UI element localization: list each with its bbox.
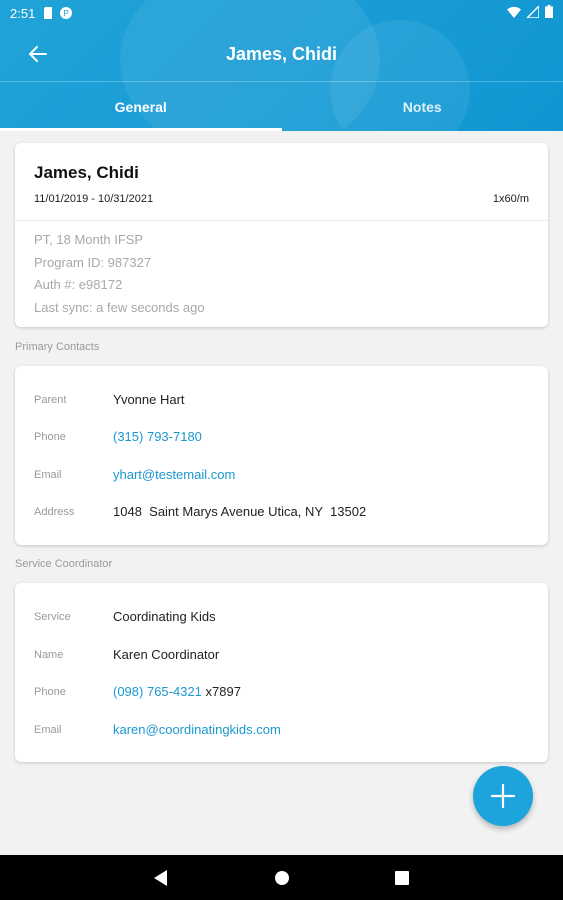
status-bar: 2:51 P	[0, 0, 563, 26]
tab-active-indicator	[0, 128, 282, 131]
coordinator-name: Karen Coordinator	[113, 647, 220, 662]
header: 2:51 P James, Chidi General Notes	[0, 0, 563, 131]
tab-general[interactable]: General	[0, 82, 282, 131]
primary-contacts-heading: Primary Contacts	[15, 341, 100, 353]
battery-icon	[545, 5, 553, 21]
signal-icon	[525, 3, 540, 21]
coordinator-phone-ext: x7897	[201, 684, 241, 699]
parent-address: 1048 Saint Marys Avenue Utica, NY 13502	[113, 504, 367, 519]
status-time: 2:51	[10, 5, 36, 21]
status-right	[507, 3, 553, 21]
wifi-icon	[507, 6, 521, 21]
parent-label: Parent	[34, 394, 67, 406]
coordinator-phone-link[interactable]: (098) 765-4321	[113, 684, 202, 699]
primary-contacts-card: Parent Yvonne Hart Phone (315) 793-7180 …	[15, 366, 548, 545]
last-sync: Last sync: a few seconds ago	[34, 300, 205, 315]
tab-general-label: General	[114, 98, 167, 115]
tab-notes-label: Notes	[402, 98, 442, 115]
service-agency: Coordinating Kids	[113, 609, 216, 624]
auth-number: Auth #: e98172	[34, 277, 123, 292]
coordinator-email-label: Email	[34, 724, 62, 736]
program-id: Program ID: 987327	[34, 255, 152, 270]
coordinator-phone: (098) 765-4321 x7897	[113, 684, 241, 699]
square-recents-icon	[394, 870, 409, 885]
coordinator-email-link[interactable]: karen@coordinatingkids.com	[113, 722, 281, 737]
triangle-back-icon	[153, 869, 167, 886]
address-label: Address	[34, 506, 75, 518]
tab-notes[interactable]: Notes	[282, 82, 563, 131]
service-label: Service	[34, 611, 71, 623]
service-type: PT, 18 Month IFSP	[34, 232, 144, 247]
parent-phone-link[interactable]: (315) 793-7180	[113, 429, 202, 444]
nav-back-button[interactable]	[138, 855, 183, 900]
parent-name: Yvonne Hart	[113, 392, 185, 407]
name-label: Name	[34, 649, 64, 661]
coordinator-phone-label: Phone	[34, 686, 66, 698]
nav-home-button[interactable]	[259, 855, 304, 900]
tab-bar: General Notes	[0, 82, 563, 131]
system-nav-bar	[0, 855, 563, 900]
authorization-dates: 11/01/2019 - 10/31/2021	[34, 193, 154, 205]
service-coordinator-heading: Service Coordinator	[15, 558, 113, 570]
service-coordinator-card: Service Coordinating Kids Name Karen Coo…	[15, 583, 548, 762]
page-title: James, Chidi	[225, 43, 338, 64]
back-button[interactable]	[22, 38, 54, 70]
app-notification-icon: P	[60, 7, 73, 19]
svg-text:P: P	[64, 9, 69, 18]
parent-email-link[interactable]: yhart@testemail.com	[113, 467, 235, 482]
email-label: Email	[34, 469, 62, 481]
service-frequency: 1x60/m	[492, 193, 529, 205]
app-bar: James, Chidi	[0, 26, 563, 82]
client-name: James, Chidi	[34, 163, 139, 182]
sd-card-icon	[43, 7, 54, 19]
client-summary-card[interactable]: James, Chidi 11/01/2019 - 10/31/2021 1x6…	[15, 143, 548, 327]
arrow-back-icon	[29, 46, 47, 62]
summary-divider	[15, 220, 548, 221]
plus-icon	[490, 783, 516, 809]
nav-recents-button[interactable]	[379, 855, 424, 900]
circle-home-icon	[274, 870, 289, 885]
add-button[interactable]	[473, 766, 533, 826]
phone-label: Phone	[34, 431, 66, 443]
